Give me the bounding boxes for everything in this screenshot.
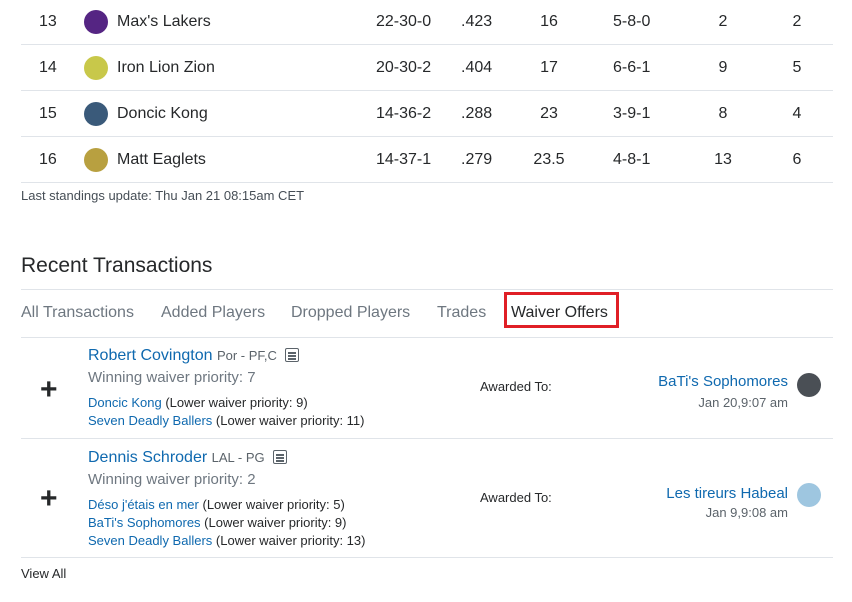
winning-priority: Winning waiver priority: 2 [88,471,256,488]
tab-trades[interactable]: Trades [437,304,486,322]
team-name: Iron Lion Zion [117,58,215,76]
rank: 14 [39,58,57,76]
win-pct: .423 [461,13,493,30]
team-logo-icon [84,55,108,80]
losing-bid: Déso j'étais en mer (Lower waiver priori… [88,497,345,512]
games-back: 23 [540,104,558,122]
add-icon: + [40,482,58,515]
table-row[interactable]: 14 Iron Lion Zion 20-30-2 .404 17 6-6-1 … [21,45,833,91]
games-back: 17 [540,58,558,76]
record: 20-30-2 [376,58,432,76]
losing-team-link[interactable]: BaTi's Sophomores [88,515,201,530]
transaction-item: + Robert Covington Por - PF,C Winning wa… [21,337,833,439]
losing-bid: Seven Deadly Ballers (Lower waiver prior… [88,413,365,428]
player-notes-icon[interactable] [285,348,300,362]
standings-table: 13 Max's Lakers 22-30-0 .423 16 5-8-0 2 … [21,0,833,183]
losing-priority: (Lower waiver priority: 11) [212,413,365,428]
player-position: Por - PF,C [216,348,277,363]
record: 22-30-0 [376,13,432,30]
losing-bid: Seven Deadly Ballers (Lower waiver prior… [88,533,365,548]
moves-value: 5 [792,58,802,76]
player-name-link[interactable]: Robert Covington [88,347,213,364]
losing-team-link[interactable]: Seven Deadly Ballers [88,533,212,548]
last-standings-update: Last standings update: Thu Jan 21 08:15a… [21,188,305,203]
losing-priority: (Lower waiver priority: 5) [198,497,345,512]
rank: 15 [39,104,57,122]
team-name: Matt Eaglets [117,150,206,168]
moves-value: 6 [792,150,802,168]
losing-team-link[interactable]: Seven Deadly Ballers [88,413,212,428]
losing-priority: (Lower waiver priority: 9) [200,515,347,530]
team-name: Max's Lakers [117,13,211,30]
record: 14-36-2 [376,104,432,122]
transaction-tabs: All Transactions Added Players Dropped P… [21,289,833,338]
player-name-link[interactable]: Dennis Schroder [88,449,207,466]
add-icon: + [40,373,58,406]
awarded-to-label: Awarded To: [480,490,552,505]
waiver-value: 2 [718,13,728,30]
losing-bid: BaTi's Sophomores (Lower waiver priority… [88,515,347,530]
losing-team-link[interactable]: Doncic Kong [88,395,162,410]
awarded-to-label: Awarded To: [480,379,552,394]
games-back: 16 [540,13,558,30]
waiver-value: 8 [718,104,728,122]
waiver-value: 9 [718,58,728,76]
transaction-item: + Dennis Schroder LAL - PG Winning waive… [21,439,833,558]
last-record: 6-6-1 [613,58,651,76]
win-pct: .404 [461,58,493,76]
recent-transactions-title: Recent Transactions [21,254,213,277]
record: 14-37-1 [376,150,432,168]
team-logo-icon [84,101,108,126]
win-pct: .288 [461,104,493,122]
moves-value: 4 [792,104,802,122]
table-row[interactable]: 15 Doncic Kong 14-36-2 .288 23 3-9-1 8 4 [21,91,833,137]
team-avatar-icon[interactable] [797,483,821,507]
transaction-date: Jan 9,9:08 am [705,505,788,520]
tab-dropped-players[interactable]: Dropped Players [291,304,410,322]
team-logo-icon [84,147,108,172]
winning-team-link[interactable]: Les tireurs Habeal [666,485,788,502]
table-row[interactable]: 13 Max's Lakers 22-30-0 .423 16 5-8-0 2 … [21,0,833,45]
last-record: 5-8-0 [613,13,651,30]
losing-priority: (Lower waiver priority: 9) [161,395,308,410]
team-name: Doncic Kong [117,104,208,122]
tab-waiver-offers[interactable]: Waiver Offers [511,304,608,322]
tab-all-transactions[interactable]: All Transactions [21,304,134,322]
tab-added-players[interactable]: Added Players [161,304,265,322]
last-record: 4-8-1 [613,150,651,168]
table-row[interactable]: 16 Matt Eaglets 14-37-1 .279 23.5 4-8-1 … [21,137,833,183]
rank: 16 [39,150,57,168]
winning-team-link[interactable]: BaTi's Sophomores [658,373,788,390]
win-pct: .279 [461,150,493,168]
transaction-date: Jan 20,9:07 am [698,395,788,410]
player-position: LAL - PG [211,450,265,465]
losing-priority: (Lower waiver priority: 13) [212,533,366,548]
view-all-link[interactable]: View All [21,566,66,581]
winning-priority: Winning waiver priority: 7 [88,369,256,386]
team-logo-icon [84,10,108,34]
waiver-value: 13 [714,150,732,168]
losing-team-link[interactable]: Déso j'étais en mer [88,497,199,512]
player-notes-icon[interactable] [273,450,288,464]
moves-value: 2 [792,13,802,30]
last-record: 3-9-1 [613,104,651,122]
rank: 13 [39,13,57,30]
team-avatar-icon[interactable] [797,373,821,397]
losing-bid: Doncic Kong (Lower waiver priority: 9) [88,395,308,410]
games-back: 23.5 [533,150,565,168]
